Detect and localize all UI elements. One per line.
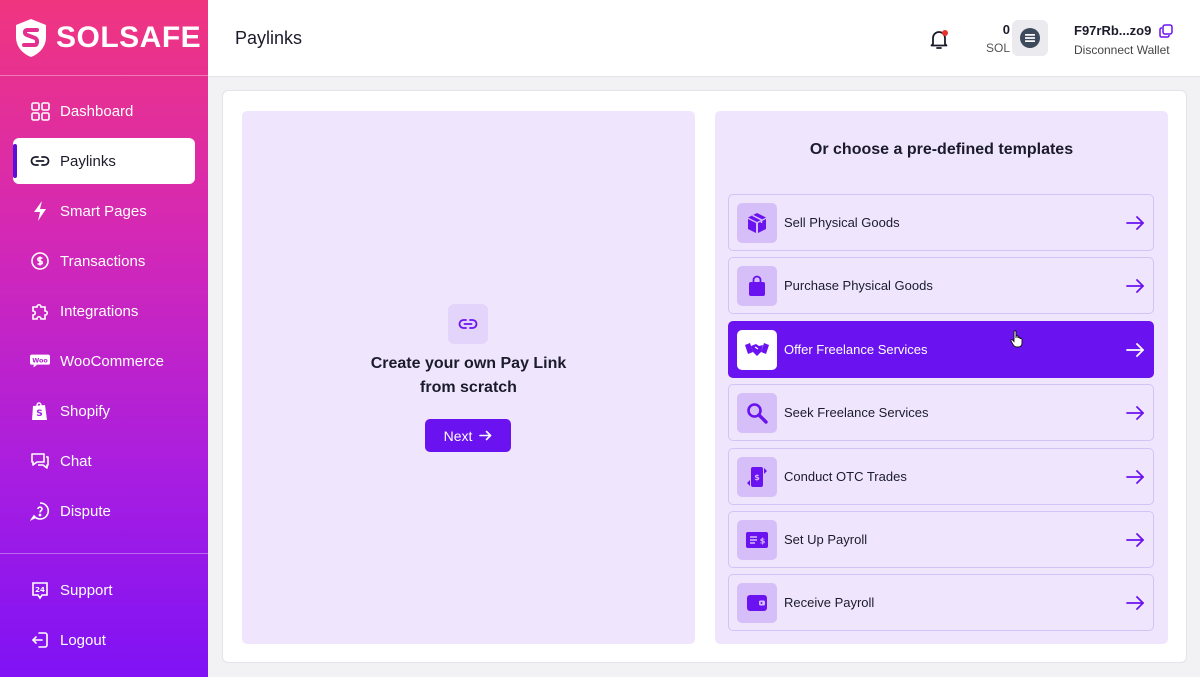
- grid-icon: [30, 101, 50, 121]
- arrow-right-icon: [1126, 533, 1144, 547]
- sidebar-nav: Dashboard Paylinks Smart Pages Transacti…: [0, 76, 208, 534]
- template-label: Purchase Physical Goods: [784, 278, 933, 293]
- arrow-right-icon: [1126, 596, 1144, 610]
- solana-coin-icon: [1020, 28, 1040, 48]
- brand-name: SOLSAFE: [56, 20, 202, 54]
- template-label: Conduct OTC Trades: [784, 469, 907, 484]
- hand-cursor-icon: [1010, 330, 1023, 348]
- sidebar-item-label: Logout: [60, 631, 106, 649]
- template-label: Offer Freelance Services: [784, 342, 928, 357]
- sidebar-item-label: Integrations: [60, 302, 139, 320]
- arrow-right-icon: [1126, 343, 1144, 357]
- next-button[interactable]: Next: [425, 419, 511, 452]
- handshake-icon: [737, 329, 777, 370]
- templates-panel: Or choose a pre-defined templates Sell P…: [715, 111, 1168, 644]
- disconnect-wallet-link[interactable]: Disconnect Wallet: [1074, 43, 1170, 57]
- link-icon: [30, 151, 50, 171]
- balance-amount: 0: [1002, 22, 1010, 37]
- wallet-icon: [737, 582, 777, 623]
- svg-text:Woo: Woo: [32, 357, 48, 364]
- sidebar-item-label: Chat: [60, 452, 92, 470]
- woo-icon: Woo: [30, 351, 50, 371]
- lightning-icon: [30, 201, 50, 221]
- support-24-icon: 24: [30, 580, 50, 600]
- sidebar-item-label: Shopify: [60, 402, 111, 420]
- svg-text:24: 24: [35, 586, 45, 594]
- sidebar-item-dispute[interactable]: Dispute: [13, 488, 195, 534]
- sidebar-item-integrations[interactable]: Integrations: [13, 288, 195, 334]
- template-purchase-physical-goods[interactable]: Purchase Physical Goods: [728, 257, 1154, 314]
- template-sell-physical-goods[interactable]: Sell Physical Goods: [728, 194, 1154, 251]
- arrow-right-icon: [1126, 279, 1144, 293]
- sidebar-item-paylinks[interactable]: Paylinks: [13, 138, 195, 184]
- sidebar-item-chat[interactable]: Chat: [13, 438, 195, 484]
- sidebar-item-label: Smart Pages: [60, 202, 147, 220]
- sidebar-item-label: Support: [60, 581, 113, 599]
- otc-phone-icon: $: [737, 456, 777, 497]
- copy-icon[interactable]: [1159, 24, 1173, 38]
- sol-balance: 0 SOL: [970, 22, 1010, 55]
- top-header: Paylinks 0 SOL F97rRb...zo9 Disconnect W…: [208, 0, 1200, 77]
- template-receive-payroll[interactable]: Receive Payroll: [728, 574, 1154, 631]
- sidebar-item-transactions[interactable]: Transactions: [13, 238, 195, 284]
- template-label: Sell Physical Goods: [784, 215, 900, 230]
- page-title: Paylinks: [235, 28, 303, 48]
- shopify-bag-icon: S: [30, 401, 50, 421]
- sidebar-item-label: Paylinks: [60, 152, 116, 170]
- question-bubble-icon: [30, 501, 50, 521]
- template-conduct-otc-trades[interactable]: $ Conduct OTC Trades: [728, 448, 1154, 505]
- sidebar-item-support[interactable]: 24 Support: [13, 567, 195, 613]
- arrow-right-icon: [1126, 216, 1144, 230]
- svg-text:$: $: [760, 536, 766, 545]
- sidebar-item-woocommerce[interactable]: Woo WooCommerce: [13, 338, 195, 384]
- link-icon: [448, 304, 488, 344]
- token-selector[interactable]: [1012, 20, 1048, 56]
- magnifier-icon: [737, 392, 777, 433]
- template-label: Seek Freelance Services: [784, 405, 929, 420]
- payroll-card-icon: $: [737, 519, 777, 560]
- template-set-up-payroll[interactable]: $ Set Up Payroll: [728, 511, 1154, 568]
- sidebar-divider: [0, 553, 208, 554]
- logout-icon: [30, 630, 50, 650]
- wallet-address: F97rRb...zo9: [1074, 23, 1152, 38]
- sidebar-bottom-nav: 24 Support Logout: [0, 567, 208, 667]
- balance-unit: SOL: [985, 41, 1010, 55]
- svg-text:S: S: [36, 409, 42, 419]
- sidebar-item-dashboard[interactable]: Dashboard: [13, 88, 195, 134]
- notification-dot: [942, 30, 948, 36]
- template-label: Set Up Payroll: [784, 532, 868, 547]
- sidebar-item-label: Dispute: [60, 502, 111, 520]
- shield-logo-icon: [16, 18, 46, 57]
- create-line-2: from scratch: [420, 379, 517, 396]
- sidebar-item-logout[interactable]: Logout: [13, 617, 195, 663]
- sidebar-item-label: Transactions: [60, 252, 146, 270]
- chat-icon: [30, 451, 50, 471]
- sidebar-item-label: WooCommerce: [60, 352, 164, 370]
- next-button-label: Next: [443, 427, 473, 444]
- sidebar-item-shopify[interactable]: S Shopify: [13, 388, 195, 434]
- arrow-right-icon: [1126, 470, 1144, 484]
- svg-text:$: $: [754, 473, 760, 482]
- template-seek-freelance-services[interactable]: Seek Freelance Services: [728, 384, 1154, 441]
- sidebar-item-smart-pages[interactable]: Smart Pages: [13, 188, 195, 234]
- sidebar: SOLSAFE Dashboard Paylinks Smart Pages T…: [0, 0, 208, 677]
- template-offer-freelance-services[interactable]: Offer Freelance Services: [728, 321, 1154, 378]
- arrow-right-icon: [479, 430, 492, 441]
- coin-cycle-icon: [30, 251, 50, 271]
- create-from-scratch-panel: Create your own Pay Link from scratch Ne…: [242, 111, 695, 644]
- templates-title: Or choose a pre-defined templates: [809, 141, 1074, 158]
- arrow-right-icon: [1126, 406, 1144, 420]
- create-line-1: Create your own Pay Link: [370, 355, 567, 372]
- shopping-bag-icon: [737, 265, 777, 306]
- brand-logo[interactable]: SOLSAFE: [0, 0, 208, 76]
- wallet-info: F97rRb...zo9 Disconnect Wallet: [1074, 23, 1170, 57]
- create-heading: Create your own Pay Link from scratch: [242, 352, 695, 400]
- main-content: Create your own Pay Link from scratch Ne…: [222, 90, 1187, 663]
- template-label: Receive Payroll: [784, 595, 875, 610]
- box-icon: [737, 202, 777, 243]
- sidebar-item-label: Dashboard: [60, 102, 134, 120]
- puzzle-icon: [30, 301, 50, 321]
